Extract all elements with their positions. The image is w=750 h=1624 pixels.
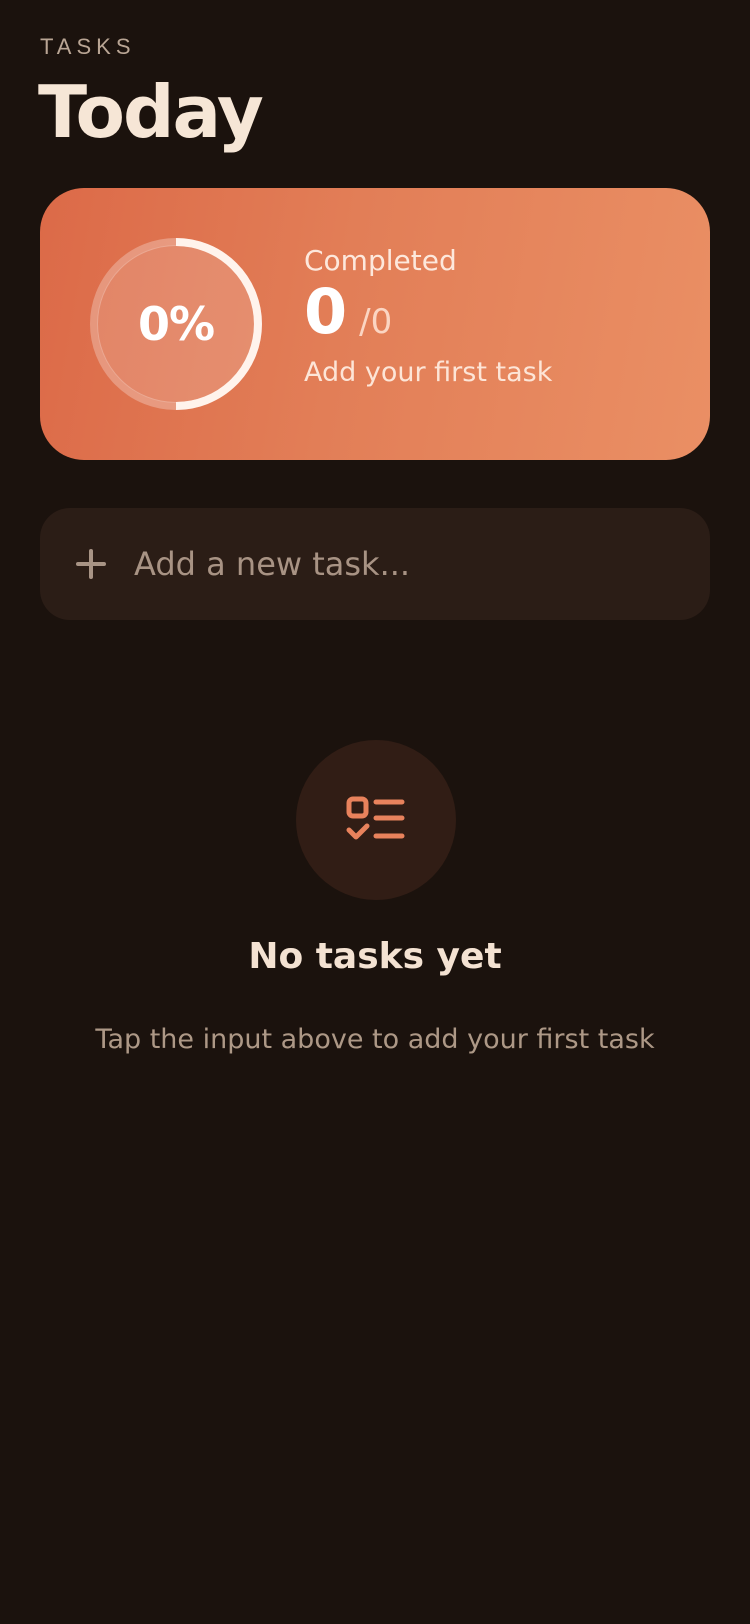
completed-total: /0 <box>359 302 393 342</box>
empty-state-icon-circle <box>296 740 456 900</box>
add-task-input[interactable] <box>134 534 674 594</box>
empty-state-title: No tasks yet <box>248 936 502 977</box>
add-task-bar[interactable] <box>40 508 710 620</box>
progress-percent: 0% <box>137 297 215 351</box>
section-eyebrow: TASKS <box>40 34 136 59</box>
empty-state-subtitle: Tap the input above to add your first ta… <box>95 1024 655 1055</box>
page-title: Today <box>38 70 264 154</box>
progress-card: 0% Completed 0 /0 Add your first task <box>40 188 710 460</box>
completed-count: 0 /0 <box>304 281 552 343</box>
checklist-icon <box>346 796 405 840</box>
completed-done: 0 <box>304 275 348 348</box>
tasks-screen: TASKS Today 0% Completed 0 /0 Add your f… <box>0 0 750 1624</box>
progress-ring: 0% <box>88 236 264 412</box>
progress-stats: Completed 0 /0 Add your first task <box>304 244 552 388</box>
progress-subtitle: Add your first task <box>304 357 553 388</box>
completed-label: Completed <box>304 244 457 277</box>
plus-icon[interactable] <box>76 549 106 579</box>
